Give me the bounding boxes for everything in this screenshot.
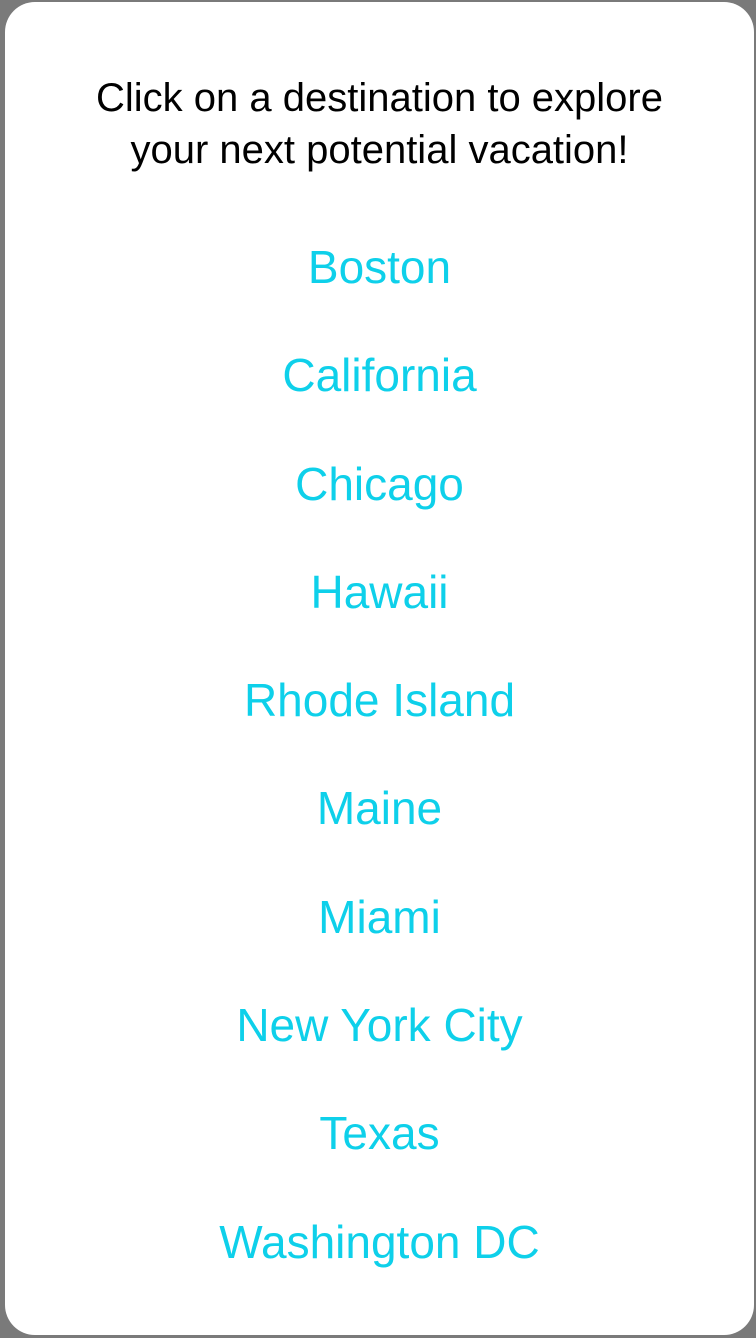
destination-item-washington-dc: Washington DC	[5, 1213, 754, 1321]
destination-item-miami: Miami	[5, 888, 754, 996]
instruction-line-2: your next potential vacation!	[130, 128, 629, 172]
destination-link-california[interactable]: California	[282, 346, 476, 404]
destination-link-texas[interactable]: Texas	[319, 1104, 439, 1162]
destination-item-texas: Texas	[5, 1104, 754, 1212]
destination-link-new-york-city[interactable]: New York City	[236, 996, 522, 1054]
destination-item-maine: Maine	[5, 779, 754, 887]
destination-item-chicago: Chicago	[5, 455, 754, 563]
destination-link-washington-dc[interactable]: Washington DC	[219, 1213, 539, 1271]
destination-link-boston[interactable]: Boston	[308, 238, 451, 296]
destination-link-maine[interactable]: Maine	[317, 779, 442, 837]
destination-item-hawaii: Hawaii	[5, 563, 754, 671]
destination-link-hawaii[interactable]: Hawaii	[310, 563, 448, 621]
destination-link-rhode-island[interactable]: Rhode Island	[244, 671, 515, 729]
destination-link-miami[interactable]: Miami	[318, 888, 441, 946]
destination-item-boston: Boston	[5, 238, 754, 346]
destination-link-chicago[interactable]: Chicago	[295, 455, 464, 513]
destination-item-california: California	[5, 346, 754, 454]
destination-item-rhode-island: Rhode Island	[5, 671, 754, 779]
instruction-line-1: Click on a destination to explore	[96, 76, 663, 120]
destination-list: Boston California Chicago Hawaii Rhode I…	[5, 238, 754, 1321]
instruction-text: Click on a destination to explore your n…	[45, 72, 714, 176]
destination-card: Click on a destination to explore your n…	[5, 2, 754, 1335]
destination-item-new-york-city: New York City	[5, 996, 754, 1104]
